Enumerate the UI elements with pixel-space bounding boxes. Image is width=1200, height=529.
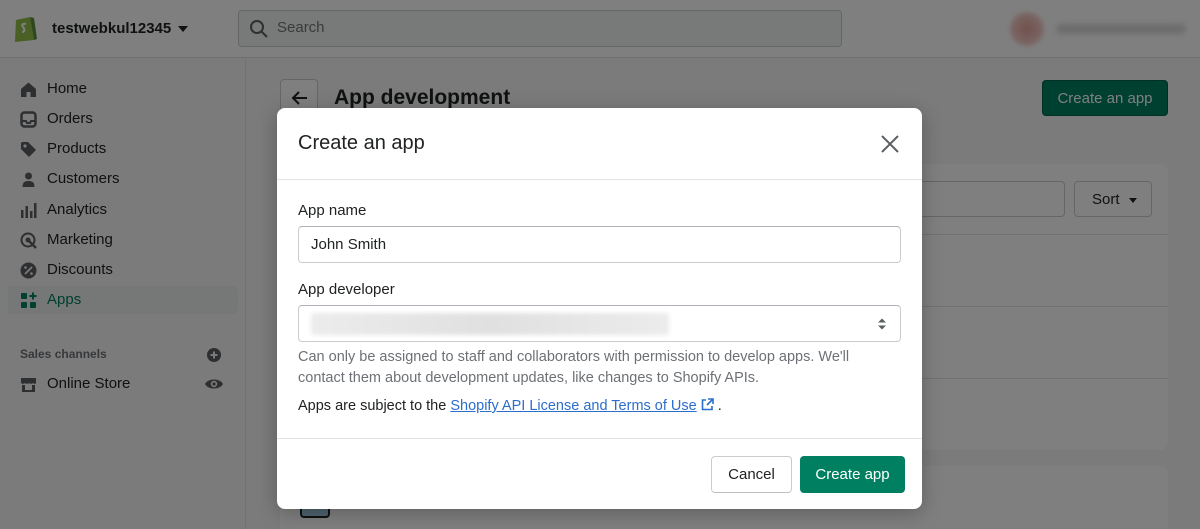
create-app-submit-button[interactable]: Create app	[800, 456, 905, 493]
selected-developer-redacted	[311, 313, 669, 335]
developer-help-text: Can only be assigned to staff and collab…	[298, 349, 850, 386]
app-name-input[interactable]	[298, 226, 901, 263]
terms-suffix: .	[717, 398, 722, 414]
app-developer-select[interactable]	[298, 305, 901, 342]
terms-prefix: Apps are subject to the	[298, 398, 451, 414]
terms-link[interactable]: Shopify API License and Terms of Use	[450, 398, 696, 414]
app-developer-label: App developer	[298, 281, 395, 298]
cancel-button[interactable]: Cancel	[711, 456, 792, 493]
select-arrows-icon	[878, 318, 886, 330]
app-name-label: App name	[298, 202, 367, 219]
modal-header: Create an app	[277, 108, 922, 180]
modal-footer-divider	[277, 438, 922, 439]
modal-title: Create an app	[298, 132, 425, 154]
terms-text: Apps are subject to the Shopify API Lice…	[298, 398, 722, 414]
close-icon[interactable]	[878, 132, 902, 156]
create-app-modal: Create an app App name App developer Can…	[277, 108, 922, 509]
external-link-icon[interactable]	[701, 398, 714, 411]
